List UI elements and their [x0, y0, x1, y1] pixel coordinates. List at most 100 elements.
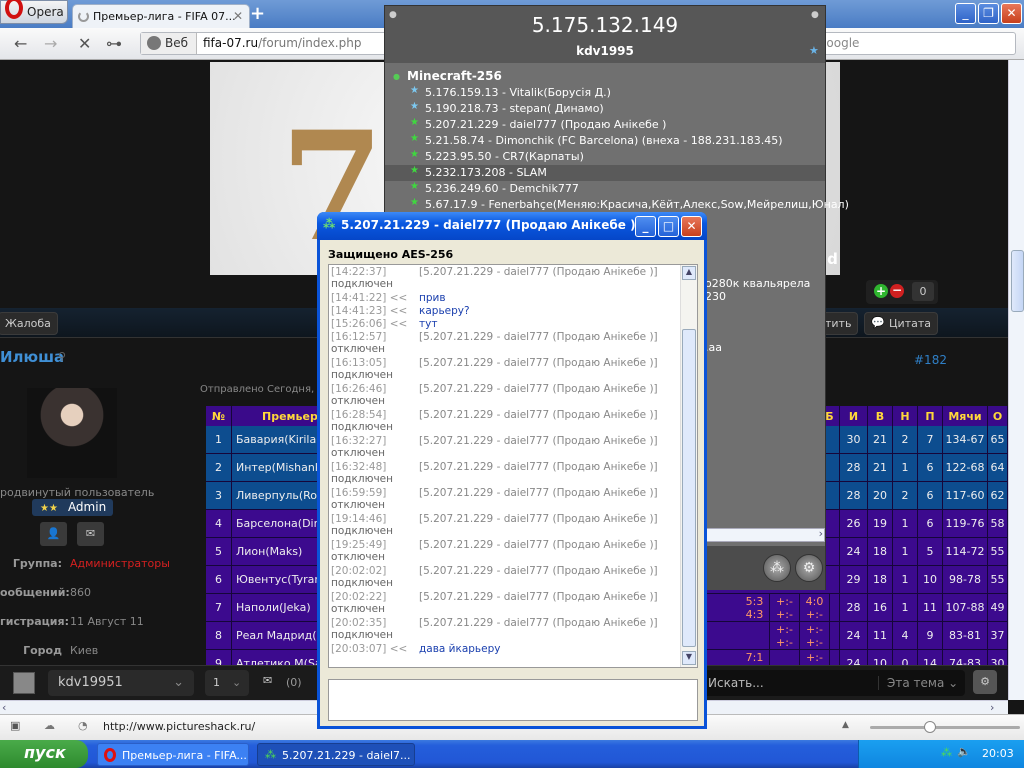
contact-item[interactable]: ★ 5.176.159.13 - Vitalik(Борусія Д.)	[385, 85, 825, 101]
key-icon[interactable]: ⊶	[106, 34, 122, 53]
zoom-slider-thumb[interactable]	[924, 721, 936, 733]
post-date: Отправлено Сегодня, 19	[200, 384, 331, 395]
log-text: [5.207.21.229 - daiel777 (Продаю Анікебе…	[419, 331, 658, 343]
page-dropdown[interactable]: 1 ⌄	[205, 670, 249, 696]
volume-icon[interactable]: 🔈	[957, 745, 971, 758]
forum-search-input[interactable]: Искать... Эта тема ⌄	[700, 670, 965, 696]
author-avatar[interactable]	[27, 388, 117, 478]
task-label: Премьер-лига - FIFA...	[122, 749, 247, 762]
report-button[interactable]: Жалоба	[0, 312, 58, 335]
cell-num: 9	[206, 650, 232, 665]
web-badge[interactable]: Веб	[141, 33, 197, 54]
chat-log-scrollbar[interactable]: ▲ ▼	[680, 265, 697, 667]
scrollbar-thumb[interactable]	[1011, 250, 1024, 312]
close-button[interactable]: ✕	[1001, 3, 1022, 24]
panel-toggle-icon[interactable]: ▣	[10, 719, 20, 732]
contact-list-hscrollbar[interactable]: ›	[705, 527, 825, 542]
chat-log-entry: [20:02:35] [5.207.21.229 - daiel777 (Прод…	[331, 617, 658, 641]
post-number-link[interactable]: #182	[914, 353, 947, 367]
quote-label: Цитата	[889, 317, 931, 330]
close-button[interactable]: ✕	[681, 216, 702, 237]
info-key: Группа:	[12, 557, 62, 570]
scroll-down-icon[interactable]: ▼	[682, 651, 696, 665]
scroll-right-icon[interactable]: ›	[990, 701, 994, 714]
contact-item[interactable]: ★ 5.223.95.50 - CR7(Карпаты)	[385, 149, 825, 165]
opera-logo-icon	[5, 0, 23, 19]
cell-num: 8	[206, 622, 232, 650]
contact-item[interactable]: ★ 5.207.21.229 - daiel777 (Продаю Анікебе…	[385, 117, 825, 133]
windows-taskbar: пуск Премьер-лига - FIFA... ⁂ 5.207.21.22…	[0, 740, 1024, 768]
start-button[interactable]: пуск	[0, 740, 88, 768]
tab-close-icon[interactable]: ✕	[233, 9, 243, 23]
cell-points: 62	[988, 482, 1008, 510]
scroll-left-icon[interactable]: ‹	[2, 701, 6, 714]
cell-losses: 14	[918, 650, 943, 665]
contact-status-icon: ★	[410, 149, 419, 160]
minimize-button[interactable]: _	[955, 3, 976, 24]
user-avatar-icon[interactable]	[13, 672, 35, 694]
scrollbar-thumb[interactable]	[682, 329, 696, 647]
badge-label: Admin	[67, 500, 107, 514]
contact-item[interactable]: ★ 5.232.173.208 - SLAM	[385, 165, 825, 181]
chat-log[interactable]: ▲ ▼ [14:22:37] [5.207.21.229 - daiel777 (…	[328, 264, 698, 668]
contact-item[interactable]: ★ 5.67.17.9 - Fenerbahçe(Меняю:Красича,Кё…	[385, 197, 849, 213]
user-dropdown[interactable]: kdv19951 ⌄	[48, 670, 194, 696]
chat-title: 5.207.21.229 - daiel777 (Продаю Анікебе …	[341, 218, 636, 232]
chat-log-entry: [20:02:22] [5.207.21.229 - daiel777 (Прод…	[331, 591, 658, 615]
contact-group[interactable]: Minecraft-256	[407, 69, 502, 83]
maximize-button[interactable]: □	[658, 216, 679, 237]
tab-forum[interactable]: Премьер-лига - FIFA 07... ✕	[72, 4, 250, 28]
speed-dial-icon[interactable]: ◔	[78, 719, 88, 732]
contact-item[interactable]: ★ 5.236.249.60 - Demchik777	[385, 181, 825, 197]
mail-icon[interactable]: ✉	[263, 674, 272, 687]
contact-item[interactable]: ★ 5.21.58.74 - Dimonchik (FC Barcelona) (…	[385, 133, 825, 149]
post-author[interactable]: Илюша	[0, 348, 64, 366]
page-vertical-scrollbar[interactable]	[1008, 60, 1024, 700]
minimize-button[interactable]: _	[635, 216, 656, 237]
quote-button[interactable]: 💬 Цитата	[864, 312, 938, 335]
forward-icon[interactable]: →	[44, 34, 57, 53]
cell-points: 30	[988, 650, 1008, 665]
log-text: [5.207.21.229 - daiel777 (Продаю Анікебе…	[419, 383, 658, 395]
header-num: №	[206, 406, 232, 428]
chat-log-entry: [16:12:57] [5.207.21.229 - daiel777 (Прод…	[331, 331, 658, 355]
task-chat[interactable]: ⁂ 5.207.21.229 - daiel7...	[257, 743, 415, 766]
chat-log-entry: [16:32:27] [5.207.21.229 - daiel777 (Прод…	[331, 435, 658, 459]
minus-vote-icon[interactable]: −	[890, 284, 904, 298]
back-icon[interactable]: ←	[14, 34, 27, 53]
clock: 20:03	[982, 747, 1014, 760]
message-icon[interactable]: ✉	[77, 522, 104, 546]
scroll-right-icon[interactable]: ›	[819, 527, 823, 540]
message-input[interactable]	[328, 679, 698, 721]
tray-network-icon[interactable]: ⁂	[941, 746, 952, 759]
zoom-up-icon[interactable]: ▲	[842, 720, 849, 730]
cell-goals: 114-72	[943, 538, 988, 566]
settings-gear-icon[interactable]: ⚙	[795, 554, 823, 582]
zoom-slider[interactable]	[870, 721, 1020, 733]
opera-menu-button[interactable]: Opera	[0, 0, 68, 24]
scroll-up-icon[interactable]: ▲	[682, 266, 696, 280]
system-tray: ⁂ 🔈 20:03	[858, 740, 1024, 768]
search-scope-dropdown[interactable]: Эта тема ⌄	[878, 676, 958, 690]
restore-button[interactable]: ❐	[978, 3, 999, 24]
stop-icon[interactable]: ✕	[78, 34, 91, 53]
contact-item[interactable]: ★ 5.190.218.73 - stepan( Динамо)	[385, 101, 825, 117]
result-cell	[770, 650, 800, 665]
chevron-down-icon: ⌄	[232, 676, 242, 689]
result-cell: 5:3 4:3	[740, 594, 770, 622]
cell-num: 4	[206, 510, 232, 538]
network-button-icon[interactable]: ⁂	[763, 554, 791, 582]
plus-vote-icon[interactable]: +	[874, 284, 888, 298]
chat-title-bar[interactable]: ⁂ 5.207.21.229 - daiel777 (Продаю Анікеб…	[317, 212, 707, 240]
address-url[interactable]: fifa-07.ru/forum/index.php	[203, 36, 361, 50]
network-icon: ⁂	[265, 748, 276, 761]
cell-num: 3	[206, 482, 232, 510]
task-browser[interactable]: Премьер-лига - FIFA...	[97, 743, 249, 766]
contact-label: 5.207.21.229 - daiel777 (Продаю Анікебе …	[425, 118, 667, 131]
profile-icon[interactable]: 👤	[40, 522, 67, 546]
new-tab-button[interactable]: +	[250, 3, 265, 24]
star-icon[interactable]: ★	[809, 44, 819, 57]
search-settings-gear-icon[interactable]: ⚙	[973, 670, 997, 694]
cloud-icon[interactable]: ☁	[44, 719, 55, 732]
chat-log-entry: [16:26:46] [5.207.21.229 - daiel777 (Прод…	[331, 383, 658, 407]
